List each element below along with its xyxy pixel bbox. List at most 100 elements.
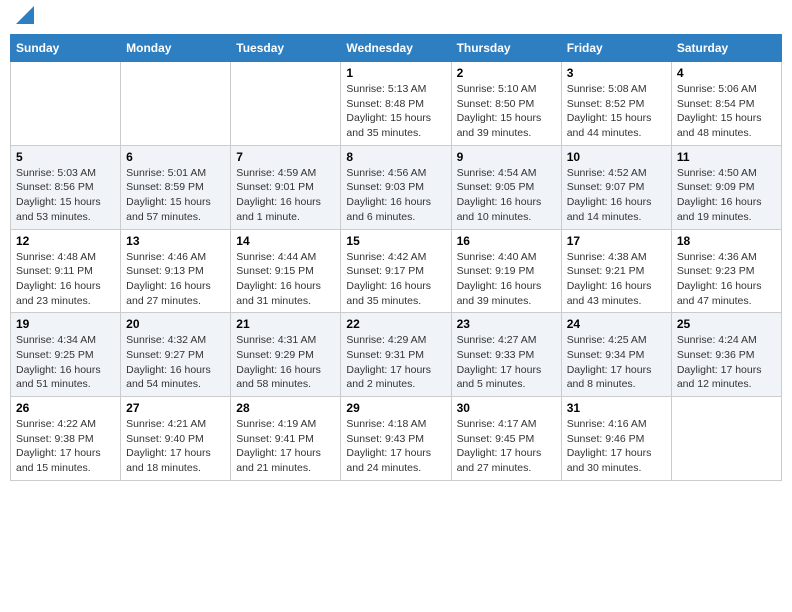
calendar-cell: 23 Sunrise: 4:27 AM Sunset: 9:33 PM Dayli… xyxy=(451,313,561,397)
day-info: Sunrise: 4:25 AM Sunset: 9:34 PM Dayligh… xyxy=(567,333,666,392)
day-info: Sunrise: 4:27 AM Sunset: 9:33 PM Dayligh… xyxy=(457,333,556,392)
calendar-cell: 11 Sunrise: 4:50 AM Sunset: 9:09 PM Dayli… xyxy=(671,145,781,229)
calendar-cell: 18 Sunrise: 4:36 AM Sunset: 9:23 PM Dayli… xyxy=(671,229,781,313)
calendar-cell: 28 Sunrise: 4:19 AM Sunset: 9:41 PM Dayli… xyxy=(231,397,341,481)
day-info: Sunrise: 5:13 AM Sunset: 8:48 PM Dayligh… xyxy=(346,82,445,141)
day-number: 24 xyxy=(567,317,666,331)
day-info: Sunrise: 4:59 AM Sunset: 9:01 PM Dayligh… xyxy=(236,166,335,225)
day-info: Sunrise: 4:24 AM Sunset: 9:36 PM Dayligh… xyxy=(677,333,776,392)
day-number: 21 xyxy=(236,317,335,331)
day-info: Sunrise: 4:56 AM Sunset: 9:03 PM Dayligh… xyxy=(346,166,445,225)
day-number: 4 xyxy=(677,66,776,80)
calendar-cell: 25 Sunrise: 4:24 AM Sunset: 9:36 PM Dayli… xyxy=(671,313,781,397)
calendar-table: SundayMondayTuesdayWednesdayThursdayFrid… xyxy=(10,34,782,481)
calendar-cell: 14 Sunrise: 4:44 AM Sunset: 9:15 PM Dayli… xyxy=(231,229,341,313)
calendar-cell: 6 Sunrise: 5:01 AM Sunset: 8:59 PM Daylig… xyxy=(121,145,231,229)
day-number: 22 xyxy=(346,317,445,331)
day-number: 30 xyxy=(457,401,556,415)
calendar-cell xyxy=(11,62,121,146)
calendar-week-row: 19Sunrise: 4:34 AM Sunset: 9:25 PM Dayli… xyxy=(11,313,782,397)
day-info: Sunrise: 4:36 AM Sunset: 9:23 PM Dayligh… xyxy=(677,250,776,309)
day-info: Sunrise: 5:10 AM Sunset: 8:50 PM Dayligh… xyxy=(457,82,556,141)
day-number: 29 xyxy=(346,401,445,415)
day-number: 25 xyxy=(677,317,776,331)
day-info: Sunrise: 4:50 AM Sunset: 9:09 PM Dayligh… xyxy=(677,166,776,225)
day-info: Sunrise: 4:52 AM Sunset: 9:07 PM Dayligh… xyxy=(567,166,666,225)
day-number: 14 xyxy=(236,234,335,248)
day-info: Sunrise: 4:18 AM Sunset: 9:43 PM Dayligh… xyxy=(346,417,445,476)
calendar-cell: 26 Sunrise: 4:22 AM Sunset: 9:38 PM Dayli… xyxy=(11,397,121,481)
day-number: 16 xyxy=(457,234,556,248)
day-number: 10 xyxy=(567,150,666,164)
weekday-header-wednesday: Wednesday xyxy=(341,35,451,62)
day-info: Sunrise: 4:40 AM Sunset: 9:19 PM Dayligh… xyxy=(457,250,556,309)
day-info: Sunrise: 5:06 AM Sunset: 8:54 PM Dayligh… xyxy=(677,82,776,141)
day-number: 15 xyxy=(346,234,445,248)
day-info: Sunrise: 4:42 AM Sunset: 9:17 PM Dayligh… xyxy=(346,250,445,309)
calendar-cell: 3 Sunrise: 5:08 AM Sunset: 8:52 PM Daylig… xyxy=(561,62,671,146)
calendar-cell: 22 Sunrise: 4:29 AM Sunset: 9:31 PM Dayli… xyxy=(341,313,451,397)
calendar-week-row: 12Sunrise: 4:48 AM Sunset: 9:11 PM Dayli… xyxy=(11,229,782,313)
day-number: 23 xyxy=(457,317,556,331)
calendar-cell: 12Sunrise: 4:48 AM Sunset: 9:11 PM Dayli… xyxy=(11,229,121,313)
day-number: 31 xyxy=(567,401,666,415)
calendar-cell: 15 Sunrise: 4:42 AM Sunset: 9:17 PM Dayli… xyxy=(341,229,451,313)
day-info: Sunrise: 4:31 AM Sunset: 9:29 PM Dayligh… xyxy=(236,333,335,392)
calendar-cell: 2 Sunrise: 5:10 AM Sunset: 8:50 PM Daylig… xyxy=(451,62,561,146)
day-info: Sunrise: 4:44 AM Sunset: 9:15 PM Dayligh… xyxy=(236,250,335,309)
day-number: 20 xyxy=(126,317,225,331)
page-header xyxy=(10,10,782,28)
calendar-cell: 7 Sunrise: 4:59 AM Sunset: 9:01 PM Daylig… xyxy=(231,145,341,229)
day-info: Sunrise: 4:17 AM Sunset: 9:45 PM Dayligh… xyxy=(457,417,556,476)
calendar-cell xyxy=(121,62,231,146)
day-number: 18 xyxy=(677,234,776,248)
day-number: 17 xyxy=(567,234,666,248)
day-number: 12 xyxy=(16,234,115,248)
weekday-header-friday: Friday xyxy=(561,35,671,62)
day-number: 6 xyxy=(126,150,225,164)
day-number: 7 xyxy=(236,150,335,164)
calendar-cell: 13 Sunrise: 4:46 AM Sunset: 9:13 PM Dayli… xyxy=(121,229,231,313)
calendar-cell: 8Sunrise: 4:56 AM Sunset: 9:03 PM Daylig… xyxy=(341,145,451,229)
day-info: Sunrise: 4:32 AM Sunset: 9:27 PM Dayligh… xyxy=(126,333,225,392)
day-info: Sunrise: 4:38 AM Sunset: 9:21 PM Dayligh… xyxy=(567,250,666,309)
day-info: Sunrise: 4:29 AM Sunset: 9:31 PM Dayligh… xyxy=(346,333,445,392)
calendar-cell: 5 Sunrise: 5:03 AM Sunset: 8:56 PM Daylig… xyxy=(11,145,121,229)
calendar-cell: 20 Sunrise: 4:32 AM Sunset: 9:27 PM Dayli… xyxy=(121,313,231,397)
calendar-cell: 30 Sunrise: 4:17 AM Sunset: 9:45 PM Dayli… xyxy=(451,397,561,481)
calendar-cell: 21 Sunrise: 4:31 AM Sunset: 9:29 PM Dayli… xyxy=(231,313,341,397)
day-info: Sunrise: 4:19 AM Sunset: 9:41 PM Dayligh… xyxy=(236,417,335,476)
calendar-cell: 29 Sunrise: 4:18 AM Sunset: 9:43 PM Dayli… xyxy=(341,397,451,481)
day-number: 13 xyxy=(126,234,225,248)
calendar-cell: 4 Sunrise: 5:06 AM Sunset: 8:54 PM Daylig… xyxy=(671,62,781,146)
calendar-week-row: 26 Sunrise: 4:22 AM Sunset: 9:38 PM Dayli… xyxy=(11,397,782,481)
logo xyxy=(18,14,34,24)
weekday-header-saturday: Saturday xyxy=(671,35,781,62)
calendar-cell: 1 Sunrise: 5:13 AM Sunset: 8:48 PM Daylig… xyxy=(341,62,451,146)
day-number: 26 xyxy=(16,401,115,415)
calendar-cell: 9 Sunrise: 4:54 AM Sunset: 9:05 PM Daylig… xyxy=(451,145,561,229)
day-number: 2 xyxy=(457,66,556,80)
day-info: Sunrise: 5:01 AM Sunset: 8:59 PM Dayligh… xyxy=(126,166,225,225)
calendar-cell xyxy=(671,397,781,481)
weekday-header-row: SundayMondayTuesdayWednesdayThursdayFrid… xyxy=(11,35,782,62)
day-number: 11 xyxy=(677,150,776,164)
day-info: Sunrise: 4:21 AM Sunset: 9:40 PM Dayligh… xyxy=(126,417,225,476)
day-info: Sunrise: 5:08 AM Sunset: 8:52 PM Dayligh… xyxy=(567,82,666,141)
day-info: Sunrise: 4:46 AM Sunset: 9:13 PM Dayligh… xyxy=(126,250,225,309)
day-info: Sunrise: 5:03 AM Sunset: 8:56 PM Dayligh… xyxy=(16,166,115,225)
day-number: 28 xyxy=(236,401,335,415)
day-number: 3 xyxy=(567,66,666,80)
day-info: Sunrise: 4:16 AM Sunset: 9:46 PM Dayligh… xyxy=(567,417,666,476)
day-info: Sunrise: 4:34 AM Sunset: 9:25 PM Dayligh… xyxy=(16,333,115,392)
day-info: Sunrise: 4:54 AM Sunset: 9:05 PM Dayligh… xyxy=(457,166,556,225)
logo-triangle-icon xyxy=(16,6,34,24)
calendar-cell: 16 Sunrise: 4:40 AM Sunset: 9:19 PM Dayli… xyxy=(451,229,561,313)
calendar-cell: 24 Sunrise: 4:25 AM Sunset: 9:34 PM Dayli… xyxy=(561,313,671,397)
day-info: Sunrise: 4:22 AM Sunset: 9:38 PM Dayligh… xyxy=(16,417,115,476)
day-number: 1 xyxy=(346,66,445,80)
calendar-week-row: 5 Sunrise: 5:03 AM Sunset: 8:56 PM Daylig… xyxy=(11,145,782,229)
day-number: 9 xyxy=(457,150,556,164)
day-number: 27 xyxy=(126,401,225,415)
day-number: 5 xyxy=(16,150,115,164)
